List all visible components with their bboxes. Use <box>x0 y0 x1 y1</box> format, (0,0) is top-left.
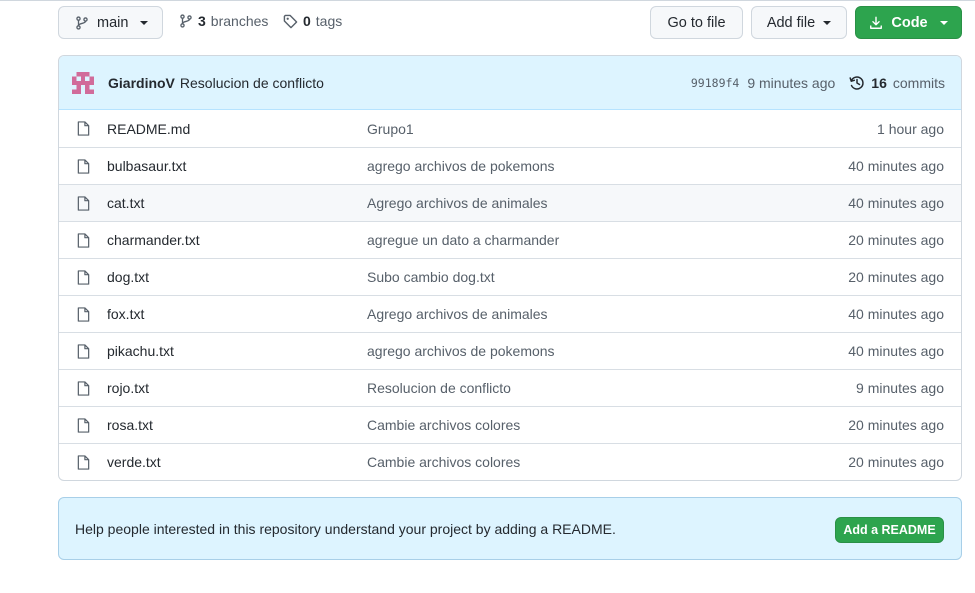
avatar[interactable] <box>72 71 94 94</box>
file-name[interactable]: charmander.txt <box>107 232 200 248</box>
readme-banner-text: Help people interested in this repositor… <box>75 520 616 537</box>
file-commit-message[interactable]: Agrego archivos de animales <box>367 195 548 211</box>
file-name[interactable]: fox.txt <box>107 306 144 322</box>
file-commit-time: 40 minutes ago <box>848 343 944 359</box>
file-commit-time: 1 hour ago <box>877 120 944 137</box>
file-commit-time: 40 minutes ago <box>848 158 944 174</box>
file-commit-time: 20 minutes ago <box>848 454 944 470</box>
file-commit-message[interactable]: agregue un dato a charmander <box>367 232 559 248</box>
file-commit-time: 20 minutes ago <box>848 417 944 433</box>
commits-link[interactable]: 16 commits <box>849 75 945 91</box>
file-icon <box>77 455 90 470</box>
file-name[interactable]: pikachu.txt <box>107 343 174 359</box>
history-icon <box>849 76 864 90</box>
file-commit-message[interactable]: Cambie archivos colores <box>367 454 520 470</box>
chevron-down-icon <box>140 20 149 25</box>
file-commit-time: 20 minutes ago <box>848 232 944 248</box>
file-commit-message[interactable]: Cambie archivos colores <box>367 417 520 433</box>
file-commit-message[interactable]: Agrego archivos de animales <box>367 306 548 322</box>
latest-commit-bar: GiardinoV Resolucion de conflicto 99189f… <box>59 56 961 110</box>
tags-link[interactable]: 0 tags <box>283 13 342 29</box>
tags-label: tags <box>315 13 343 29</box>
file-commit-time: 40 minutes ago <box>848 195 944 211</box>
file-commit-time: 9 minutes ago <box>856 380 944 396</box>
file-commit-message[interactable]: Subo cambio dog.txt <box>367 269 495 285</box>
tag-icon <box>283 14 298 28</box>
file-name[interactable]: rosa.txt <box>107 417 153 433</box>
file-commit-message[interactable]: agrego archivos de pokemons <box>367 343 555 359</box>
git-branch-icon <box>180 14 192 28</box>
file-icon <box>77 344 90 359</box>
file-icon <box>77 233 90 248</box>
code-button[interactable]: Code <box>855 6 962 39</box>
file-row[interactable]: rojo.txt Resolucion de conflicto 9 minut… <box>59 369 961 406</box>
file-row[interactable]: dog.txt Subo cambio dog.txt 20 minutes a… <box>59 258 961 295</box>
commit-meta: 99189f4 9 minutes ago 16 commits <box>691 56 945 110</box>
file-icon <box>77 270 90 285</box>
file-commit-message[interactable]: Grupo1 <box>367 121 414 137</box>
file-name[interactable]: rojo.txt <box>107 380 149 396</box>
add-readme-button[interactable]: Add a README <box>835 517 944 543</box>
go-to-file-button[interactable]: Go to file <box>650 6 743 39</box>
commit-sha[interactable]: 99189f4 <box>691 76 739 90</box>
file-name[interactable]: README.md <box>107 121 190 137</box>
top-divider <box>0 0 975 1</box>
file-row[interactable]: bulbasaur.txt agrego archivos de pokemon… <box>59 147 961 184</box>
file-commit-time: 40 minutes ago <box>848 306 944 322</box>
file-commit-time: 20 minutes ago <box>848 269 944 285</box>
file-row[interactable]: cat.txt Agrego archivos de animales 40 m… <box>59 184 961 221</box>
chevron-down-icon <box>823 20 832 25</box>
file-row[interactable]: rosa.txt Cambie archivos colores 20 minu… <box>59 406 961 443</box>
file-name[interactable]: cat.txt <box>107 195 144 211</box>
commit-author[interactable]: GiardinoV <box>108 75 175 91</box>
code-label: Code <box>891 14 928 31</box>
file-rows: README.md Grupo1 1 hour ago bulbasaur.tx… <box>59 110 961 480</box>
git-branch-icon <box>76 15 88 30</box>
file-icon <box>77 381 90 396</box>
add-file-button[interactable]: Add file <box>751 6 847 39</box>
file-icon <box>77 159 90 174</box>
file-row[interactable]: pikachu.txt agrego archivos de pokemons … <box>59 332 961 369</box>
file-name[interactable]: bulbasaur.txt <box>107 158 186 174</box>
file-icon <box>77 121 90 136</box>
commit-message[interactable]: Resolucion de conflicto <box>180 75 324 91</box>
download-icon <box>870 16 883 29</box>
chevron-down-icon <box>939 20 948 25</box>
branch-selector-button[interactable]: main <box>58 6 163 39</box>
file-row[interactable]: verde.txt Cambie archivos colores 20 min… <box>59 443 961 480</box>
file-icon <box>77 307 90 322</box>
branches-link[interactable]: 3 branches <box>179 13 268 29</box>
tags-count: 0 <box>303 13 311 29</box>
file-row[interactable]: README.md Grupo1 1 hour ago <box>59 110 961 147</box>
branch-name: main <box>97 14 129 31</box>
file-commit-message[interactable]: Resolucion de conflicto <box>367 380 511 396</box>
file-icon <box>77 196 90 211</box>
file-commit-message[interactable]: agrego archivos de pokemons <box>367 158 555 174</box>
commits-count: 16 <box>871 75 887 91</box>
file-name[interactable]: dog.txt <box>107 269 149 285</box>
file-row[interactable]: fox.txt Agrego archivos de animales 40 m… <box>59 295 961 332</box>
branches-label: branches <box>210 13 269 29</box>
file-icon <box>77 418 90 433</box>
add-file-label: Add file <box>766 14 816 31</box>
branches-count: 3 <box>198 13 206 29</box>
commits-label: commits <box>892 75 945 91</box>
readme-banner: Help people interested in this repositor… <box>58 497 962 560</box>
file-row[interactable]: charmander.txt agregue un dato a charman… <box>59 221 961 258</box>
file-listing: GiardinoV Resolucion de conflicto 99189f… <box>58 55 962 481</box>
commit-time: 9 minutes ago <box>747 75 836 91</box>
file-name[interactable]: verde.txt <box>107 454 161 470</box>
